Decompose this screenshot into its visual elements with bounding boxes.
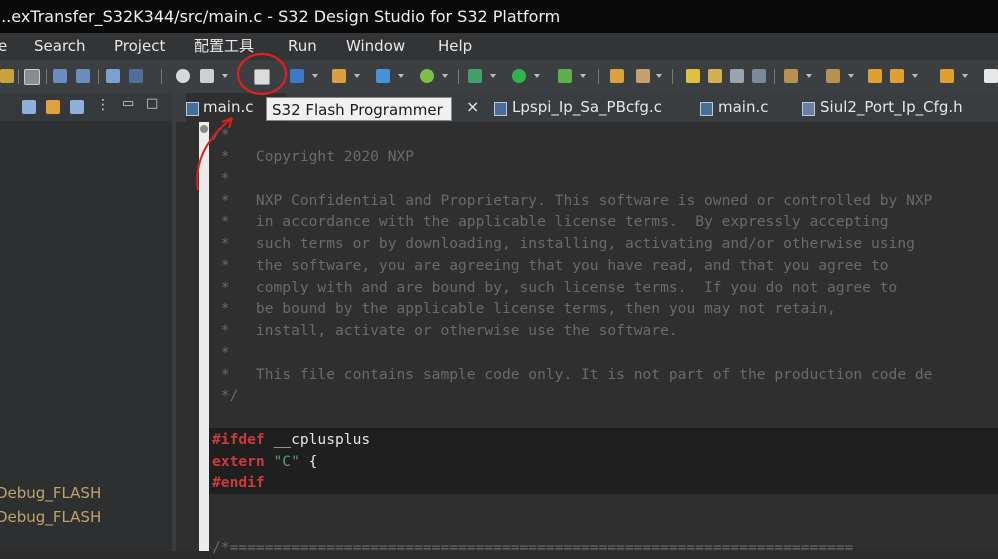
- annotation-arrow: [196, 117, 233, 191]
- annotation-circle: [236, 52, 288, 96]
- annotation-overlay: [196, 52, 288, 191]
